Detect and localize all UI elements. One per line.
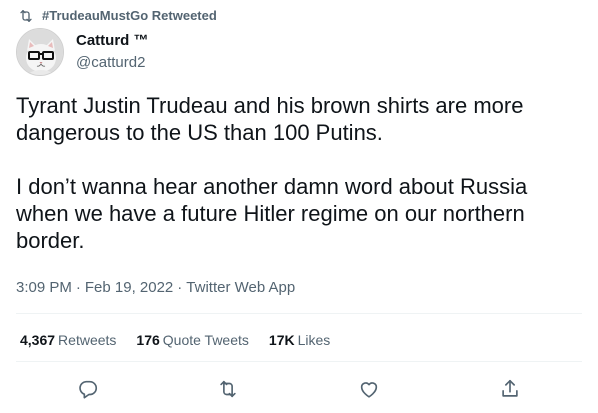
tweet-paragraph: I don’t wanna hear another damn word abo… — [16, 174, 528, 253]
retweet-button[interactable] — [213, 374, 243, 404]
retweet-context-text: #TrudeauMustGo Retweeted — [42, 8, 217, 23]
like-button[interactable] — [354, 374, 384, 404]
tweet-card: #TrudeauMustGo Retweeted Catturd ™ @catt… — [0, 0, 598, 413]
tweet-paragraph: Tyrant Justin Trudeau and his brown shir… — [16, 93, 524, 145]
quote-tweets-count: 176 — [136, 332, 160, 348]
retweets-label: Retweets — [58, 332, 117, 348]
likes-label: Likes — [297, 332, 331, 348]
display-name[interactable]: Catturd ™ — [76, 31, 149, 51]
author-names: Catturd ™ @catturd2 — [76, 31, 149, 73]
reply-button[interactable] — [73, 374, 103, 404]
reply-icon — [77, 378, 99, 400]
share-button[interactable] — [495, 374, 525, 404]
meta-separator: · — [75, 279, 81, 296]
quote-tweets-stat[interactable]: 176 Quote Tweets — [136, 330, 249, 350]
share-icon — [499, 378, 521, 400]
tweet-stats: 4,367 Retweets 176 Quote Tweets 17K Likes — [20, 330, 330, 350]
likes-stat[interactable]: 17K Likes — [269, 330, 330, 350]
retweet-icon — [18, 8, 34, 24]
tweet-text: Tyrant Justin Trudeau and his brown shir… — [16, 92, 576, 254]
tweet-time[interactable]: 3:09 PM — [16, 278, 72, 298]
likes-count: 17K — [268, 332, 295, 348]
retweet-context[interactable]: #TrudeauMustGo Retweeted — [18, 7, 217, 25]
meta-separator: · — [177, 279, 183, 296]
avatar[interactable] — [16, 28, 64, 76]
tweet-meta: 3:09 PM · Feb 19, 2022 · Twitter Web App — [16, 278, 295, 298]
author-row: Catturd ™ @catturd2 — [16, 28, 149, 76]
divider — [16, 361, 582, 362]
quote-tweets-label: Quote Tweets — [162, 332, 249, 348]
user-handle[interactable]: @catturd2 — [76, 53, 149, 73]
retweets-stat[interactable]: 4,367 Retweets — [20, 330, 116, 350]
heart-icon — [358, 378, 380, 400]
action-bar — [16, 374, 582, 404]
retweets-count: 4,367 — [20, 332, 56, 348]
retweet-icon — [217, 378, 239, 400]
tweet-date[interactable]: Feb 19, 2022 — [85, 278, 173, 298]
tweet-source[interactable]: Twitter Web App — [186, 278, 295, 298]
divider — [16, 313, 582, 314]
